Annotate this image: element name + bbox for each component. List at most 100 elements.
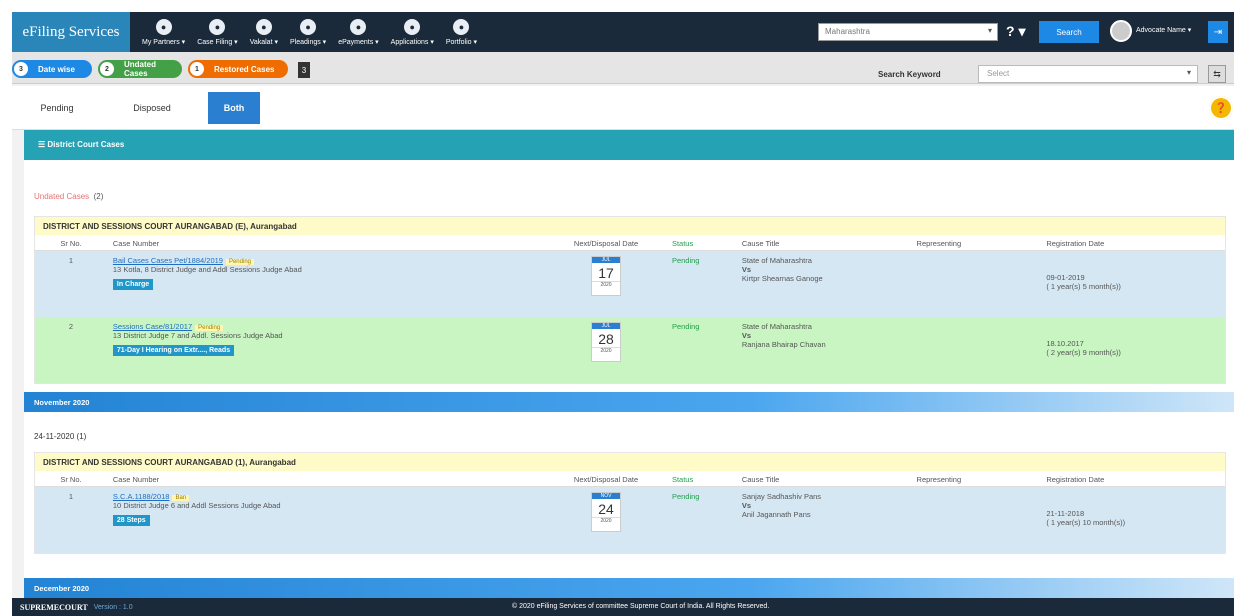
status: Pending [671,256,700,265]
nav-item[interactable]: ● Portfolio ▾ [446,12,477,52]
column-header: Case Number [112,239,160,248]
registration-date: 09-01-2019 [1046,273,1085,282]
nav-item-label: ePayments ▾ [338,38,379,46]
column-header: Cause Title [741,475,780,484]
state-select-value: Maharashtra [825,27,870,36]
column-header: Representing [916,475,962,484]
search-keyword-select[interactable]: Select ▾ [978,65,1198,83]
registration-date-cell: 18.10.2017( 2 year(s) 9 month(s)) [1040,317,1225,383]
nav-item-label: Portfolio ▾ [445,38,478,46]
month-header-november: November 2020 [24,392,1234,412]
nav-item-label: Vakalat ▾ [249,38,278,46]
footer-version: Version : 1.0 [93,603,133,611]
party-2: Ranjana Bhairap Chavan [741,340,826,349]
sr-no: 2 [68,322,74,331]
section-header: ☰ District Court Cases [24,130,1234,160]
calendar-icon: NOV 24 2020 [591,492,622,532]
column-header: Registration Date [1046,475,1105,484]
nav-item[interactable]: ● My Partners ▾ [142,12,185,52]
people-icon: ● [155,18,172,35]
representing [911,487,1041,553]
date-cell: JUL 28 2020 [546,317,666,383]
court-block-2: DISTRICT AND SESSIONS COURT AURANGABAD (… [34,452,1226,554]
nav-item[interactable]: ● ePayments ▾ [338,12,379,52]
nav-item[interactable]: ● Vakalat ▾ [250,12,278,52]
help-menu[interactable]: ? ▾ [1006,23,1025,40]
pill-label: Restored Cases [214,64,275,74]
court-description: 13 Kotla, 8 District Judge and Addl Sess… [112,265,302,274]
chevron-down-icon: ▾ [987,26,992,35]
party-1: State of Maharashtra [741,256,812,265]
cause-title: State of Maharashtra Vs Ranjana Bhairap Ch… [736,317,911,383]
applications-icon: ● [404,18,421,35]
filter-pill[interactable]: 1 Restored Cases [188,60,288,78]
registration-date-cell: 09-01-2019( 1 year(s) 5 month(s)) [1040,251,1225,317]
search-keyword-placeholder: Select [987,69,1010,78]
date-cell: JUL 17 2020 [546,251,666,317]
filter-pill[interactable]: 3 Date wise [12,60,92,78]
pill-count: 3 [14,62,28,76]
filter-bar: 3 Date wise 2 Undated Cases 1 Restored Cases … [12,52,1234,84]
pill-label: Date wise [38,64,75,74]
representing [911,251,1041,317]
registration-date-cell: 21-11-2018( 1 year(s) 10 month(s)) [1040,487,1225,553]
cal-month: JUL [592,323,621,329]
cal-day: 28 [598,331,614,347]
undated-cases-label: Undated Cases (2) [34,192,103,201]
filter-pill[interactable]: 2 Undated Cases [98,60,182,78]
pill-label: Undated Cases [124,60,156,78]
court-description: 10 District Judge 6 and Addl Sessions Ju… [112,501,281,510]
party-1: State of Maharashtra [741,322,812,331]
count-square-button[interactable]: 3 [298,62,310,78]
nav-item[interactable]: ● Pleadings ▾ [290,12,326,52]
court-block-1: DISTRICT AND SESSIONS COURT AURANGABAD (… [34,216,1226,384]
column-header: Next/Disposal Date [573,475,639,484]
court-name: DISTRICT AND SESSIONS COURT AURANGABAD (… [35,453,1225,471]
logout-icon[interactable]: ⇥ [1208,21,1228,43]
party-2: Kirtpr Shearnas Ganoge [741,274,823,283]
document-icon: ● [255,18,272,35]
brand-logo[interactable]: eFiling Services [12,12,130,52]
avatar[interactable] [1110,20,1132,42]
registration-duration: ( 1 year(s) 10 month(s)) [1046,518,1126,527]
undated-label-text: Undated Cases [34,192,90,201]
tab-both[interactable]: Both [208,92,260,124]
column-header: Status [671,475,694,484]
user-name[interactable]: Advocate Name ▾ [1136,26,1191,34]
chevron-down-icon: ▾ [1186,68,1191,77]
status-tabs: Pending Disposed Both [12,86,1234,130]
status: Pending [671,492,700,501]
cause-title: State of Maharashtra Vs Kirtpr Shearnas Ga… [736,251,911,317]
tab-pending[interactable]: Pending [22,92,92,124]
pleadings-icon: ● [300,18,317,35]
court-description: 13 District Judge 7 and Addl. Sessions J… [112,331,283,340]
nav-item[interactable]: ● Applications ▾ [391,12,434,52]
table-row: 1 S.C.A.1188/2018 Ban 10 District Judge 6 a… [35,487,1225,553]
purpose-badge[interactable]: 28 Steps [112,515,150,526]
pill-count: 1 [190,62,204,76]
footer: SUPREMECOURT Version : 1.0 © 2020 eFilin… [12,598,1234,616]
nav-item-label: My Partners ▾ [142,38,186,46]
sr-no: 1 [68,256,74,265]
filter-icon[interactable]: ⇆ [1208,65,1226,83]
nav-item[interactable]: ● Case Filing ▾ [197,12,238,52]
help-float-icon[interactable]: ❓ [1209,96,1233,120]
column-header: Status [671,239,694,248]
cal-year: 2020 [592,517,621,524]
column-header: Registration Date [1046,239,1105,248]
search-button[interactable]: Search [1039,21,1099,43]
date-group-label: 24-11-2020 (1) [34,432,87,441]
case-number-link[interactable]: S.C.A.1188/2018 [113,492,170,501]
november-content: 24-11-2020 (1) DISTRICT AND SESSIONS COU… [24,412,1234,578]
purpose-badge[interactable]: 71-Day I Hearing on Extr...., Reads [112,345,235,356]
purpose-badge[interactable]: In Charge [112,279,154,290]
pill-count: 2 [100,62,114,76]
column-header: Cause Title [741,239,780,248]
app-frame: eFiling Services ● My Partners ▾ ● Case Fil… [12,12,1234,616]
case-number-link[interactable]: Sessions Case/81/2017 [113,322,192,331]
column-header: Sr No. [60,239,82,248]
state-select[interactable]: Maharashtra ▾ [818,23,998,41]
tab-disposed[interactable]: Disposed [112,92,192,124]
case-number-link[interactable]: Bail Cases Cases Pet/1884/2019 [113,256,223,265]
cal-day: 17 [598,265,614,281]
